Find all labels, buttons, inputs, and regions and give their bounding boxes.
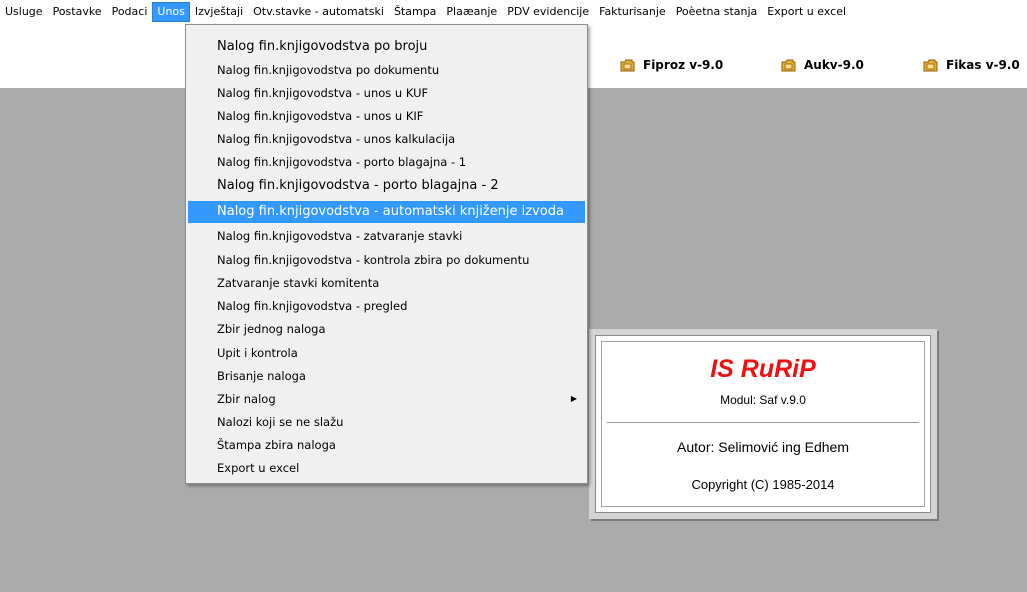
menu-fakturisanje[interactable]: Fakturisanje bbox=[594, 2, 671, 22]
copyright-label: Copyright (C) 1985-2014 bbox=[691, 477, 835, 492]
menu-item-porto-blagajna-2[interactable]: Nalog fin.knjigovodstva - porto blagajna… bbox=[186, 175, 587, 197]
aukv-button[interactable]: Aukv-9.0 bbox=[781, 58, 864, 72]
divider bbox=[607, 422, 919, 423]
folder-icon bbox=[781, 59, 796, 72]
menu-item-po-dokumentu[interactable]: Nalog fin.knjigovodstva po dokumentu bbox=[186, 59, 587, 81]
menu-item-zbir-jednog-naloga[interactable]: Zbir jednog naloga bbox=[186, 318, 587, 340]
about-dialog: IS RuRiP Modul: Saf v.9.0 Autor: Selimov… bbox=[589, 329, 937, 519]
menu-item-po-broju[interactable]: Nalog fin.knjigovodstva po broju bbox=[186, 36, 587, 58]
submenu-arrow-icon: ▶ bbox=[570, 394, 577, 403]
menu-item-knjizenje-izvoda[interactable]: Nalog fin.knjigovodstva - automatski knj… bbox=[188, 201, 585, 223]
folder-icon bbox=[923, 59, 938, 72]
menu-placanje[interactable]: Plaæanje bbox=[441, 2, 502, 22]
menu-pocetna-stanja[interactable]: Poèetna stanja bbox=[671, 2, 763, 22]
menu-item-pregled[interactable]: Nalog fin.knjigovodstva - pregled bbox=[186, 295, 587, 317]
menu-podaci[interactable]: Podaci bbox=[107, 2, 153, 22]
menu-item-unos-kalkulacija[interactable]: Nalog fin.knjigovodstva - unos kalkulaci… bbox=[186, 128, 587, 150]
menu-stampa[interactable]: Štampa bbox=[389, 2, 441, 22]
menu-item-stampa-zbira[interactable]: Štampa zbira naloga bbox=[186, 434, 587, 456]
menu-item-upit-kontrola[interactable]: Upit i kontrola bbox=[186, 342, 587, 364]
menu-item-brisanje-naloga[interactable]: Brisanje naloga bbox=[186, 365, 587, 387]
fiproz-button[interactable]: Fiproz v-9.0 bbox=[620, 58, 723, 72]
menu-export-excel[interactable]: Export u excel bbox=[762, 2, 851, 22]
menu-otv-stavke[interactable]: Otv.stavke - automatski bbox=[248, 2, 389, 22]
menu-item-unos-kuf[interactable]: Nalog fin.knjigovodstva - unos u KUF bbox=[186, 82, 587, 104]
menu-item-porto-blagajna-1[interactable]: Nalog fin.knjigovodstva - porto blagajna… bbox=[186, 151, 587, 173]
unos-dropdown-menu: Nalog fin.knjigovodstva po broju Nalog f… bbox=[185, 24, 588, 484]
menu-item-export-excel[interactable]: Export u excel bbox=[186, 457, 587, 479]
menu-item-unos-kif[interactable]: Nalog fin.knjigovodstva - unos u KIF bbox=[186, 105, 587, 127]
menu-item-nalozi-ne-slazu[interactable]: Nalozi koji se ne slažu bbox=[186, 411, 587, 433]
fikas-label: Fikas v-9.0 bbox=[946, 58, 1020, 72]
menu-item-kontrola-zbira[interactable]: Nalog fin.knjigovodstva - kontrola zbira… bbox=[186, 249, 587, 271]
menu-item-zatvaranje-komitenta[interactable]: Zatvaranje stavki komitenta bbox=[186, 272, 587, 294]
module-label: Modul: Saf v.9.0 bbox=[720, 393, 806, 407]
menu-item-zbir-nalog-label: Zbir nalog bbox=[217, 392, 276, 406]
aukv-label: Aukv-9.0 bbox=[804, 58, 864, 72]
menu-usluge[interactable]: Usluge bbox=[0, 2, 48, 22]
folder-icon bbox=[620, 59, 635, 72]
menu-postavke[interactable]: Postavke bbox=[48, 2, 107, 22]
fiproz-label: Fiproz v-9.0 bbox=[643, 58, 724, 72]
menu-item-zatvaranje-stavki[interactable]: Nalog fin.knjigovodstva - zatvaranje sta… bbox=[186, 225, 587, 247]
menu-bar: Usluge Postavke Podaci Unos Izvještaji O… bbox=[0, 0, 1027, 24]
menu-izvjestaji[interactable]: Izvještaji bbox=[190, 2, 248, 22]
menu-item-zbir-nalog[interactable]: Zbir nalog ▶ bbox=[186, 388, 587, 410]
menu-unos[interactable]: Unos bbox=[152, 2, 190, 22]
fikas-button[interactable]: Fikas v-9.0 bbox=[923, 58, 1020, 72]
menu-pdv-evidencije[interactable]: PDV evidencije bbox=[502, 2, 594, 22]
author-label: Autor: Selimović ing Edhem bbox=[677, 439, 849, 455]
app-title: IS RuRiP bbox=[710, 355, 816, 383]
